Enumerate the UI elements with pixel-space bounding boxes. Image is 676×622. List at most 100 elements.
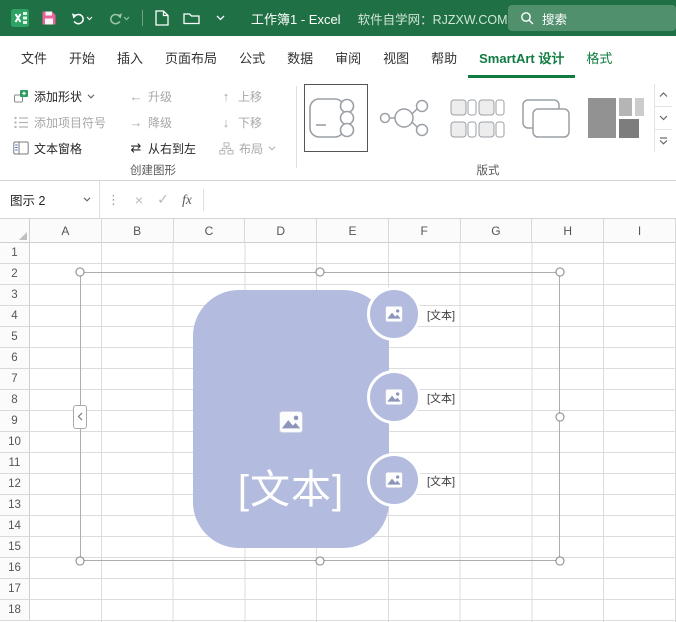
chevron-down-icon [216,15,224,21]
column-header-G[interactable]: G [460,219,533,243]
smartart-item-text-2[interactable]: [文本] [427,390,455,406]
tab-review[interactable]: 审阅 [324,36,372,78]
text-pane-toggle-button[interactable] [73,404,87,429]
tab-home[interactable]: 开始 [58,36,106,78]
smartart-circle-3[interactable] [367,453,421,507]
text-pane-button[interactable]: 文本窗格 [10,136,85,160]
column-header-F[interactable]: F [388,219,461,243]
selection-handle-ne[interactable] [555,267,565,277]
chevron-down-icon [659,115,668,121]
smartart-circle-1[interactable] [367,287,421,341]
image-placeholder-icon[interactable] [385,472,403,488]
row-header-10[interactable]: 10 [0,432,30,453]
row-header-11[interactable]: 11 [0,453,30,474]
excel-app-icon[interactable] [8,6,32,30]
row-header-3[interactable]: 3 [0,285,30,306]
column-header-A[interactable]: A [30,219,102,243]
layout-thumbnail-picture-grid[interactable] [584,84,648,152]
selection-handle-s[interactable] [315,556,325,566]
row-header-12[interactable]: 12 [0,474,30,495]
image-placeholder-icon[interactable] [385,306,403,322]
layout-thumbnail-overlapping[interactable] [514,84,578,152]
layout-thumbnail-bending-picture[interactable] [304,84,368,152]
smartart-item-text-3[interactable]: [文本] [427,473,455,489]
tab-view[interactable]: 视图 [372,36,420,78]
name-box-value: 图示 2 [10,194,46,208]
move-down-label: 下移 [238,115,263,130]
selection-handle-n[interactable] [315,267,325,277]
move-down-button: ↓ 下移 [216,110,265,134]
smartart-item-text-1[interactable]: [文本] [427,307,455,323]
tab-help[interactable]: 帮助 [420,36,468,78]
row-header-5[interactable]: 5 [0,327,30,348]
row-header-7[interactable]: 7 [0,369,30,390]
redo-button [103,6,135,30]
row-header-1[interactable]: 1 [0,243,30,264]
smartart-main-shape[interactable]: [文本] [193,290,389,548]
selection-handle-se[interactable] [555,556,565,566]
add-shape-button[interactable]: 添加形状 [10,84,98,108]
redo-dropdown-icon [123,16,130,20]
row-header-2[interactable]: 2 [0,264,30,285]
row-header-17[interactable]: 17 [0,579,30,600]
row-header-4[interactable]: 4 [0,306,30,327]
search-box[interactable]: 搜索 [508,5,676,31]
formula-bar-drag-dots[interactable]: ⋮ [100,192,127,208]
select-all-corner[interactable] [0,219,30,243]
smartart-main-text[interactable]: [文本] [193,467,389,513]
tab-data[interactable]: 数据 [276,36,324,78]
column-header-B[interactable]: B [101,219,174,243]
tab-page-layout[interactable]: 页面布局 [154,36,228,78]
add-shape-label: 添加形状 [34,89,83,104]
new-file-button[interactable] [150,6,174,30]
row-header-13[interactable]: 13 [0,495,30,516]
tab-smartart-design[interactable]: SmartArt 设计 [468,36,575,78]
open-file-button[interactable] [179,6,203,30]
column-headers: ABCDEFGHI [30,219,676,243]
layout-thumbnail-picture-pairs[interactable] [444,84,508,152]
move-up-label: 上移 [238,89,263,104]
layout-thumbnail-radial-circles[interactable] [374,84,438,152]
demote-icon: → [129,114,143,130]
tab-formulas[interactable]: 公式 [228,36,276,78]
column-header-D[interactable]: D [245,219,318,243]
row-header-18[interactable]: 18 [0,600,30,621]
selection-handle-sw[interactable] [75,556,85,566]
formula-input[interactable] [208,181,676,218]
row-header-6[interactable]: 6 [0,348,30,369]
column-header-I[interactable]: I [604,219,676,243]
tab-format[interactable]: 格式 [575,36,623,78]
save-button[interactable] [37,6,61,30]
name-box[interactable]: 图示 2 [0,181,100,218]
smartart-circle-2[interactable] [367,370,421,424]
insert-function-button[interactable]: fx [175,192,199,208]
add-bullet-label: 添加项目符号 [34,115,107,130]
chevron-down-icon [268,145,276,151]
undo-button[interactable] [66,6,98,30]
gallery-more-button[interactable] [655,130,672,152]
row-header-15[interactable]: 15 [0,537,30,558]
undo-dropdown-icon [86,16,93,20]
move-up-button: ↑ 上移 [216,84,265,108]
selection-handle-nw[interactable] [75,267,85,277]
row-header-14[interactable]: 14 [0,516,30,537]
row-header-16[interactable]: 16 [0,558,30,579]
image-placeholder-icon[interactable] [385,389,403,405]
right-to-left-button[interactable]: ⇄ 从右到左 [126,136,199,160]
tab-file[interactable]: 文件 [10,36,58,78]
column-header-E[interactable]: E [317,219,389,243]
row-header-9[interactable]: 9 [0,411,30,432]
layout-preview-grid-icon [588,98,644,138]
gallery-scroll-down-button[interactable] [655,107,672,130]
layout-button: 布局 [216,136,279,160]
layout-preview-overlap-icon [522,99,570,138]
title-bar: 工作簿1 - Excel 软件自学网：RJZXW.COM 搜索 [0,0,676,36]
row-header-8[interactable]: 8 [0,390,30,411]
gallery-scroll-up-button[interactable] [655,84,672,107]
selection-handle-e[interactable] [555,412,565,421]
qat-customize-button[interactable] [208,6,232,30]
image-placeholder-icon[interactable] [279,411,303,433]
column-header-H[interactable]: H [532,219,605,243]
column-header-C[interactable]: C [173,219,246,243]
tab-insert[interactable]: 插入 [106,36,154,78]
